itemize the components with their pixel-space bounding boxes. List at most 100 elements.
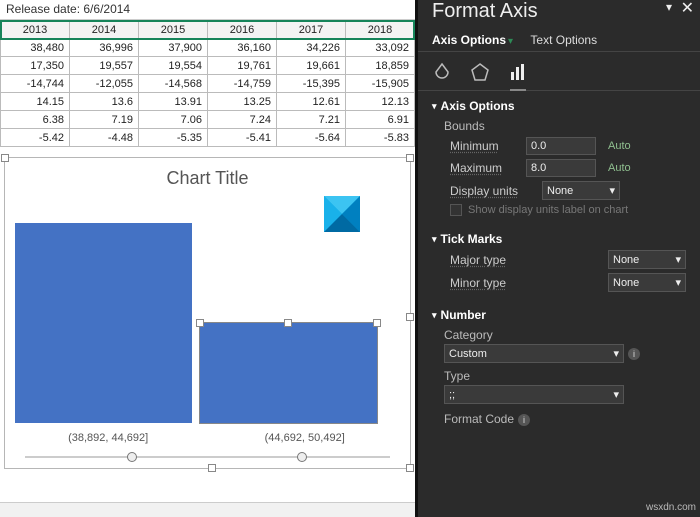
cell[interactable]: 33,092	[346, 39, 415, 57]
cell[interactable]: -5.64	[277, 129, 346, 147]
resize-handle[interactable]	[208, 464, 216, 472]
cell[interactable]: 17,350	[1, 57, 70, 75]
x-axis-label-2: (44,692, 50,492]	[212, 432, 398, 444]
column-header[interactable]: 2016	[208, 21, 277, 39]
cell[interactable]: -4.48	[70, 129, 139, 147]
bin-slider-track[interactable]	[25, 456, 390, 458]
cell[interactable]: 19,554	[139, 57, 208, 75]
axis-options-icon[interactable]	[508, 62, 528, 82]
option-icon-row	[418, 52, 700, 91]
cell[interactable]: -14,568	[139, 75, 208, 93]
resize-handle[interactable]	[406, 464, 414, 472]
cell[interactable]: 6.91	[346, 111, 415, 129]
minimum-auto-button[interactable]: Auto	[608, 140, 631, 152]
table-row[interactable]: -14,744-12,055-14,568-14,759-15,395-15,9…	[1, 75, 415, 93]
bar-2-selection	[200, 323, 377, 423]
info-icon[interactable]: i	[518, 414, 530, 426]
display-units-label: Display units	[450, 184, 536, 198]
cell[interactable]: 34,226	[277, 39, 346, 57]
tab-axis-options[interactable]: Axis Options▾	[432, 33, 513, 47]
cell[interactable]: 12.13	[346, 93, 415, 111]
type-label: Type	[444, 369, 686, 383]
dropdown-icon[interactable]: ▾	[666, 0, 672, 14]
resize-handle[interactable]	[1, 154, 9, 162]
checkbox-icon[interactable]	[450, 204, 462, 216]
cell[interactable]: 7.24	[208, 111, 277, 129]
cell[interactable]: 6.38	[1, 111, 70, 129]
type-select[interactable]: ;;▾	[444, 385, 624, 404]
show-units-checkbox-row[interactable]: Show display units label on chart	[450, 204, 686, 216]
show-units-label: Show display units label on chart	[468, 204, 628, 216]
format-code-label: Format Codei	[444, 412, 686, 426]
cell[interactable]: -14,744	[1, 75, 70, 93]
cell[interactable]: 37,900	[139, 39, 208, 57]
column-header[interactable]: 2015	[139, 21, 208, 39]
table-row[interactable]: 6.387.197.067.247.216.91	[1, 111, 415, 129]
cell[interactable]: 14.15	[1, 93, 70, 111]
cell[interactable]: -15,905	[346, 75, 415, 93]
fill-line-icon[interactable]	[432, 62, 452, 82]
resize-handle[interactable]	[406, 313, 414, 321]
formula-bar[interactable]: Release date: 6/6/2014	[0, 0, 415, 20]
cell[interactable]: 7.06	[139, 111, 208, 129]
cell[interactable]: 19,557	[70, 57, 139, 75]
section-tick-marks-header[interactable]: Tick Marks	[432, 232, 686, 246]
cell[interactable]: -5.41	[208, 129, 277, 147]
cell[interactable]: -12,055	[70, 75, 139, 93]
plot-area[interactable]	[15, 223, 400, 423]
pane-tabs: Axis Options▾ Text Options	[418, 29, 700, 52]
column-header[interactable]: 2013	[1, 21, 70, 39]
format-axis-pane: ✕ ▾ Format Axis Axis Options▾ Text Optio…	[415, 0, 700, 517]
data-grid[interactable]: 201320142015201620172018 38,48036,99637,…	[0, 20, 415, 147]
watermark: wsxdn.com	[646, 502, 696, 513]
section-tick-marks: Tick Marks Major type None▾ Minor type N…	[418, 224, 700, 300]
table-row[interactable]: -5.42-4.48-5.35-5.41-5.64-5.83	[1, 129, 415, 147]
cell[interactable]: 18,859	[346, 57, 415, 75]
cell[interactable]: 13.25	[208, 93, 277, 111]
category-select[interactable]: Custom▾	[444, 344, 624, 363]
cell[interactable]: -5.42	[1, 129, 70, 147]
bar-1[interactable]	[15, 223, 192, 423]
tab-text-options[interactable]: Text Options	[530, 33, 597, 47]
minimum-input[interactable]	[526, 137, 596, 155]
bin-slider-knob-1[interactable]	[127, 452, 137, 462]
effects-icon[interactable]	[470, 62, 490, 82]
column-header[interactable]: 2018	[346, 21, 415, 39]
cell[interactable]: 36,996	[70, 39, 139, 57]
cell[interactable]: 13.91	[139, 93, 208, 111]
cell[interactable]: 13.6	[70, 93, 139, 111]
table-row[interactable]: 38,48036,99637,90036,16034,22633,092	[1, 39, 415, 57]
cell[interactable]: -5.83	[346, 129, 415, 147]
cell[interactable]: 12.61	[277, 93, 346, 111]
section-axis-options-header[interactable]: Axis Options	[432, 99, 686, 113]
column-header[interactable]: 2017	[277, 21, 346, 39]
cell[interactable]: 7.19	[70, 111, 139, 129]
minor-type-select[interactable]: None▾	[608, 273, 686, 292]
info-icon[interactable]: i	[628, 348, 640, 360]
cell[interactable]: 7.21	[277, 111, 346, 129]
cell[interactable]: -5.35	[139, 129, 208, 147]
display-units-select[interactable]: None▾	[542, 181, 620, 200]
bin-slider-knob-2[interactable]	[297, 452, 307, 462]
major-type-select[interactable]: None▾	[608, 250, 686, 269]
cell[interactable]: -14,759	[208, 75, 277, 93]
horizontal-scrollbar[interactable]	[0, 502, 415, 517]
section-number-header[interactable]: Number	[432, 308, 686, 322]
maximum-input[interactable]	[526, 159, 596, 177]
pane-title: Format Axis	[418, 0, 700, 29]
cell[interactable]: 19,661	[277, 57, 346, 75]
cell[interactable]: 36,160	[208, 39, 277, 57]
worksheet-area: Release date: 6/6/2014 20132014201520162…	[0, 0, 415, 517]
table-row[interactable]: 14.1513.613.9113.2512.6112.13	[1, 93, 415, 111]
cell[interactable]: 19,761	[208, 57, 277, 75]
chart-title[interactable]: Chart Title	[5, 158, 410, 189]
chart-object[interactable]: Chart Title + (38,892, 44,692] (44,692, …	[4, 157, 411, 469]
bounds-label: Bounds	[444, 119, 686, 133]
table-row[interactable]: 17,35019,55719,55419,76119,66118,859	[1, 57, 415, 75]
cell[interactable]: -15,395	[277, 75, 346, 93]
close-icon[interactable]: ✕	[681, 0, 694, 18]
resize-handle[interactable]	[406, 154, 414, 162]
maximum-auto-button[interactable]: Auto	[608, 162, 631, 174]
column-header[interactable]: 2014	[70, 21, 139, 39]
cell[interactable]: 38,480	[1, 39, 70, 57]
